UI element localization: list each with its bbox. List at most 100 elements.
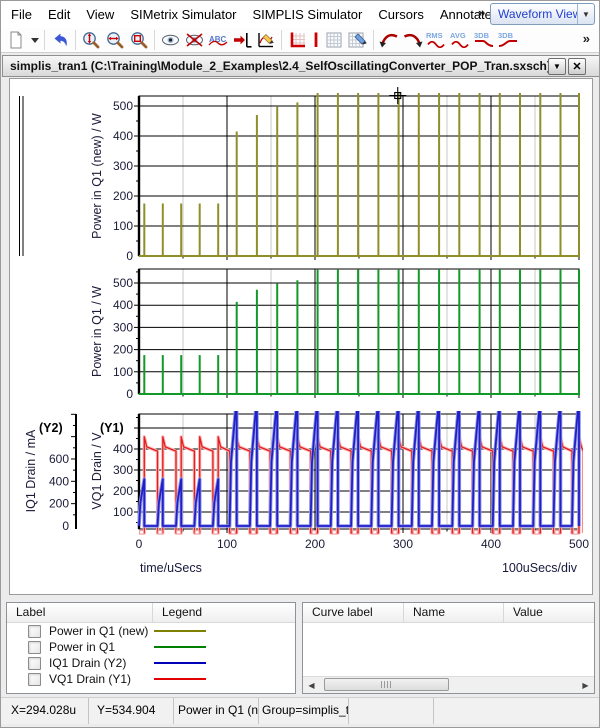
menu-overflow-chevron[interactable]: » (478, 5, 485, 20)
add-axis-button[interactable] (309, 28, 322, 52)
hide-curve-button[interactable] (182, 28, 206, 52)
legend-line-sample (154, 678, 206, 680)
move-axis-icon (232, 30, 252, 50)
menu-simetrix-simulator[interactable]: SIMetrix Simulator (122, 2, 244, 27)
scrollbar-track[interactable] (320, 677, 577, 693)
label-curves-button[interactable]: ABC (206, 28, 230, 52)
measurement-panel: Curve label Name Value ◀ ▶ (302, 602, 595, 694)
grid-icon (324, 30, 344, 50)
toolbar-separator (75, 30, 76, 50)
measure-col-name: Name (404, 603, 504, 622)
legend-checkbox[interactable] (28, 657, 41, 670)
legend-row[interactable]: IQ1 Drain (Y2) (7, 655, 295, 671)
legend-row[interactable]: Power in Q1 (new) (7, 623, 295, 639)
db-highpass-button[interactable]: 3DB (497, 28, 521, 52)
menu-cursors[interactable]: Cursors (370, 2, 432, 27)
legend-panel: Label Legend Power in Q1 (new) Power in … (6, 602, 296, 694)
scroll-left-arrow[interactable]: ◀ (303, 677, 320, 693)
chevron-down-icon[interactable]: ▼ (577, 4, 594, 24)
avg-text: AVG (450, 31, 466, 40)
legend-row[interactable]: Power in Q1 (7, 639, 295, 655)
eye-icon (160, 30, 181, 50)
viewer-select[interactable]: Waveform Viewer ▼ (490, 3, 595, 25)
zoom-vertical-icon (81, 30, 101, 50)
measure-col-value: Value (504, 603, 594, 622)
edit-graph-button[interactable] (254, 28, 278, 52)
x-axis-per-div-label: 100uSecs/div (502, 561, 577, 575)
legend-label: Power in Q1 (new) (49, 624, 148, 638)
scroll-right-arrow[interactable]: ▶ (577, 677, 594, 693)
legend-line-sample (154, 662, 206, 664)
toolbar-overflow-chevron[interactable]: » (583, 31, 590, 46)
legend-header: Label Legend (7, 603, 295, 623)
add-grid-button[interactable] (285, 28, 309, 52)
zoom-horizontal-button[interactable] (103, 28, 127, 52)
avg-button[interactable]: AVG (449, 28, 473, 52)
legend-line-sample (154, 630, 206, 632)
rms-button[interactable]: RMS (425, 28, 449, 52)
zoom-vertical-button[interactable] (79, 28, 103, 52)
graph-area[interactable] (9, 78, 593, 595)
move-curve-axis-button[interactable] (230, 28, 254, 52)
waveform-viewer-window: File Edit View SIMetrix Simulator SIMPLI… (0, 0, 600, 728)
legend-label: IQ1 Drain (Y2) (49, 656, 126, 670)
curve-arrow-left-icon (378, 30, 400, 50)
abc-label-icon: ABC (207, 30, 229, 50)
close-icon: ✕ (572, 60, 581, 73)
legend-row[interactable]: VQ1 Drain (Y1) (7, 671, 295, 687)
zoom-box-button[interactable] (127, 28, 151, 52)
status-x-readout: X=294.028u (1, 698, 89, 724)
status-bar: X=294.028u Y=534.904 Power in Q1 (new) G… (1, 697, 599, 724)
new-document-button[interactable] (4, 28, 28, 52)
legend-label: VQ1 Drain (Y1) (49, 672, 131, 686)
db-lowpass-button[interactable]: 3DB (473, 28, 497, 52)
add-grid-icon (287, 30, 307, 50)
scrollbar-grip-icon (381, 681, 392, 688)
add-axis-icon (310, 30, 322, 50)
show-curve-button[interactable] (158, 28, 182, 52)
horizontal-scrollbar[interactable]: ◀ ▶ (303, 676, 594, 693)
edit-graph-icon (255, 30, 277, 50)
close-button[interactable]: ✕ (568, 58, 586, 75)
status-group: Group=simplis_tran1 (259, 698, 349, 724)
db2-text: 3DB (498, 31, 514, 40)
graph-title: simplis_tran1 (C:\Training\Module_2_Exam… (3, 59, 548, 73)
legend-col-label: Label (7, 603, 153, 622)
toggle-grid-button[interactable] (322, 28, 346, 52)
collapse-button[interactable]: ▼ (548, 58, 566, 75)
legend-checkbox[interactable] (28, 641, 41, 654)
menu-file[interactable]: File (3, 2, 40, 27)
edit-grid-button[interactable] (346, 28, 370, 52)
new-document-dropdown[interactable] (28, 28, 41, 52)
curve-arrow-right-button[interactable] (401, 28, 425, 52)
legend-label: Power in Q1 (49, 640, 115, 654)
toolbar: ABC RMS AVG (1, 28, 599, 53)
curve-arrow-right-icon (402, 30, 424, 50)
caret-down-icon (30, 30, 40, 50)
curve-arrow-left-button[interactable] (377, 28, 401, 52)
graph-title-bar[interactable]: simplis_tran1 (C:\Training\Module_2_Exam… (2, 55, 600, 77)
edit-grid-icon (347, 30, 369, 50)
db1-text: 3DB (474, 31, 490, 40)
rms-icon: RMS (425, 30, 449, 50)
undo-button[interactable] (48, 28, 72, 52)
zoom-horizontal-icon (105, 30, 125, 50)
legend-checkbox[interactable] (28, 625, 41, 638)
menu-view[interactable]: View (78, 2, 122, 27)
caret-down-icon: ▼ (553, 62, 561, 71)
measure-col-curve-label: Curve label (303, 603, 404, 622)
menu-edit[interactable]: Edit (40, 2, 78, 27)
db-highpass-icon: 3DB (497, 30, 521, 50)
toolbar-separator (281, 30, 282, 50)
status-y-readout: Y=534.904 (89, 698, 174, 724)
legend-checkbox[interactable] (28, 673, 41, 686)
viewer-select-value: Waveform Viewer (491, 7, 577, 21)
toolbar-separator (154, 30, 155, 50)
legend-col-legend: Legend (153, 603, 295, 622)
status-empty (349, 698, 434, 724)
menu-simplis-simulator[interactable]: SIMPLIS Simulator (245, 2, 371, 27)
avg-icon: AVG (449, 30, 473, 50)
rms-text: RMS (426, 31, 443, 40)
scrollbar-thumb[interactable] (324, 678, 449, 691)
toolbar-separator (44, 30, 45, 50)
